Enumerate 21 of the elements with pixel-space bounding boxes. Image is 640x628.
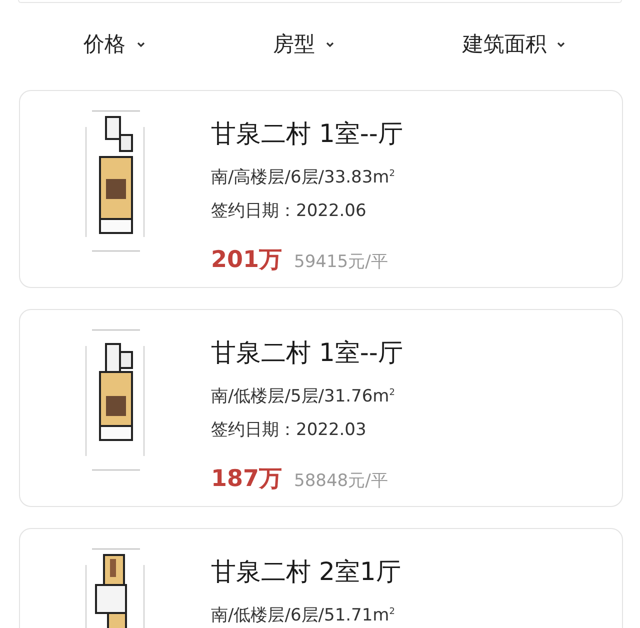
listing-title: 甘泉二村 1室--厅 — [211, 118, 403, 150]
filter-dropdown[interactable]: 价格 — [78, 26, 152, 62]
filter-dropdown[interactable]: 房型 — [266, 26, 341, 62]
listing-title: 甘泉二村 2室1厅 — [211, 556, 401, 588]
total-price: 187万 — [211, 464, 282, 494]
listing-title: 甘泉二村 1室--厅 — [211, 337, 403, 369]
filter-dropdown[interactable]: 建筑面积 — [456, 26, 572, 62]
listing-details: 南/低楼层/5层/31.76m$^{2}$ — [211, 386, 396, 409]
listing-card[interactable]: 甘泉二村 2室1厅 南/低楼层/6层/51.71m$^{2}$ — [19, 528, 623, 628]
caret-icon — [556, 40, 566, 48]
listing-details: 南/高楼层/6层/33.83m$^{2}$ — [211, 166, 396, 190]
listing-card[interactable]: 甘泉二村 1室--厅 南/低楼层/5层/31.76m$^{2}$ 签约日期：2022.03 187万 58848元/平 — [19, 309, 623, 507]
listing-details: 南/低楼层/6层/51.71m$^{2}$ — [211, 604, 396, 628]
total-price: 201万 — [211, 246, 282, 275]
listing-card[interactable]: 甘泉二村 1室--厅 南/高楼层/6层/33.83m$^{2}$ 签约日期：2022.06 201万 59415元/平 — [19, 90, 623, 288]
caret-icon — [324, 40, 335, 48]
unit-price: 59415元/平 — [294, 250, 388, 273]
caret-icon — [136, 40, 146, 48]
sign-date: 签约日期：2022.06 — [211, 200, 368, 223]
sign-date: 签约日期：2022.03 — [211, 418, 368, 442]
unit-price: 58848元/平 — [294, 470, 388, 492]
